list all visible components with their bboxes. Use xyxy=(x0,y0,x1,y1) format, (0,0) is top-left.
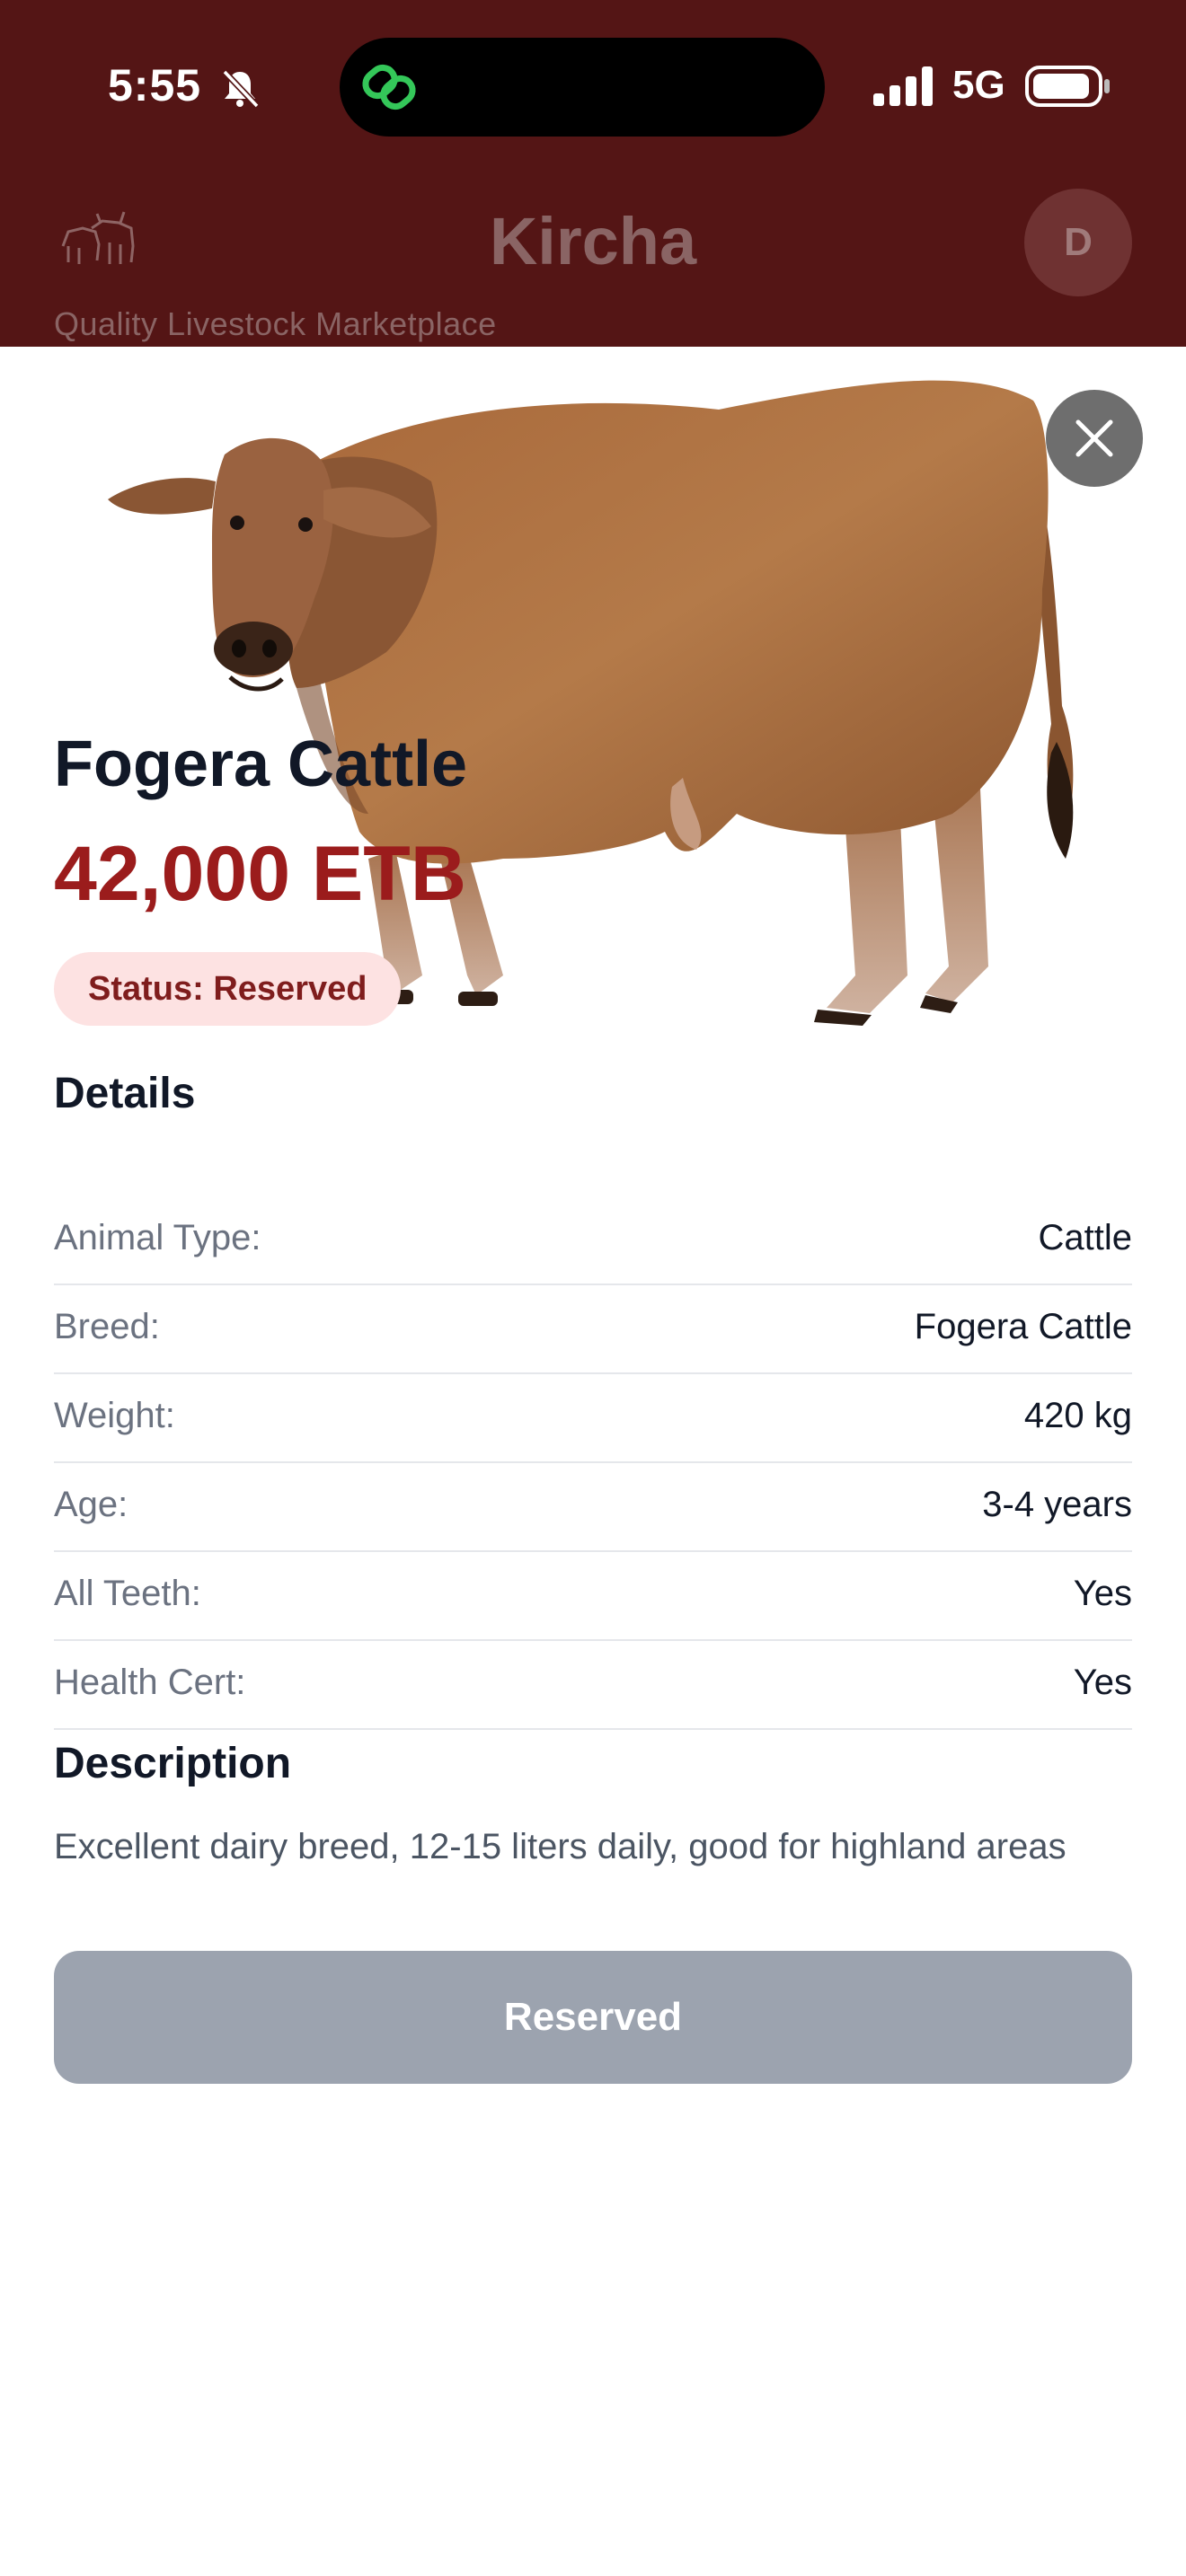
avatar[interactable]: D xyxy=(1024,189,1132,296)
close-button[interactable] xyxy=(1046,390,1143,487)
detail-value: 420 kg xyxy=(1023,1396,1132,1435)
detail-row-all-teeth: All Teeth: Yes xyxy=(54,1552,1132,1641)
detail-row-weight: Weight: 420 kg xyxy=(54,1374,1132,1463)
listing-image xyxy=(0,347,1186,1029)
link-icon xyxy=(362,64,416,110)
app-tagline: Quality Livestock Marketplace xyxy=(54,305,497,342)
detail-label: Age: xyxy=(54,1485,128,1524)
signal-bars-icon xyxy=(873,66,933,106)
listing-name: Fogera Cattle xyxy=(54,728,468,800)
app-title: Kircha xyxy=(489,204,697,278)
network-type: 5G xyxy=(952,63,1005,107)
detail-label: All Teeth: xyxy=(54,1574,201,1613)
description-heading: Description xyxy=(54,1740,292,1787)
dynamic-island xyxy=(340,38,825,137)
app-header: 5:55 5G Kircha D Quality Livestock Marke… xyxy=(0,0,1186,347)
detail-label: Health Cert: xyxy=(54,1663,246,1702)
page: 5:55 5G Kircha D Quality Livestock Marke… xyxy=(0,0,1186,2576)
detail-value: Fogera Cattle xyxy=(914,1307,1132,1346)
cattle-photo xyxy=(108,380,1074,1026)
battery-icon xyxy=(1025,66,1110,107)
bell-slash-icon xyxy=(222,69,260,109)
status-badge: Status: Reserved xyxy=(54,952,402,1026)
detail-label: Animal Type: xyxy=(54,1218,261,1257)
status-time: 5:55 xyxy=(108,60,202,110)
listing-price: 42,000 ETB xyxy=(54,831,466,917)
close-icon xyxy=(1075,419,1113,457)
detail-label: Weight: xyxy=(54,1396,175,1435)
details-list: Animal Type: Cattle Breed: Fogera Cattle… xyxy=(54,1196,1132,1730)
reserved-button[interactable]: Reserved xyxy=(54,1951,1132,2084)
details-heading: Details xyxy=(54,1070,196,1117)
detail-label: Breed: xyxy=(54,1307,160,1346)
detail-row-breed: Breed: Fogera Cattle xyxy=(54,1285,1132,1374)
detail-row-health-cert: Health Cert: Yes xyxy=(54,1641,1132,1730)
detail-value: Yes xyxy=(1073,1574,1132,1613)
detail-row-age: Age: 3-4 years xyxy=(54,1463,1132,1552)
description-text: Excellent dairy breed, 12-15 liters dail… xyxy=(54,1827,1067,1866)
detail-value: 3-4 years xyxy=(982,1485,1132,1524)
detail-value: Cattle xyxy=(1038,1218,1133,1257)
detail-value: Yes xyxy=(1073,1663,1132,1702)
detail-row-animal-type: Animal Type: Cattle xyxy=(54,1196,1132,1285)
